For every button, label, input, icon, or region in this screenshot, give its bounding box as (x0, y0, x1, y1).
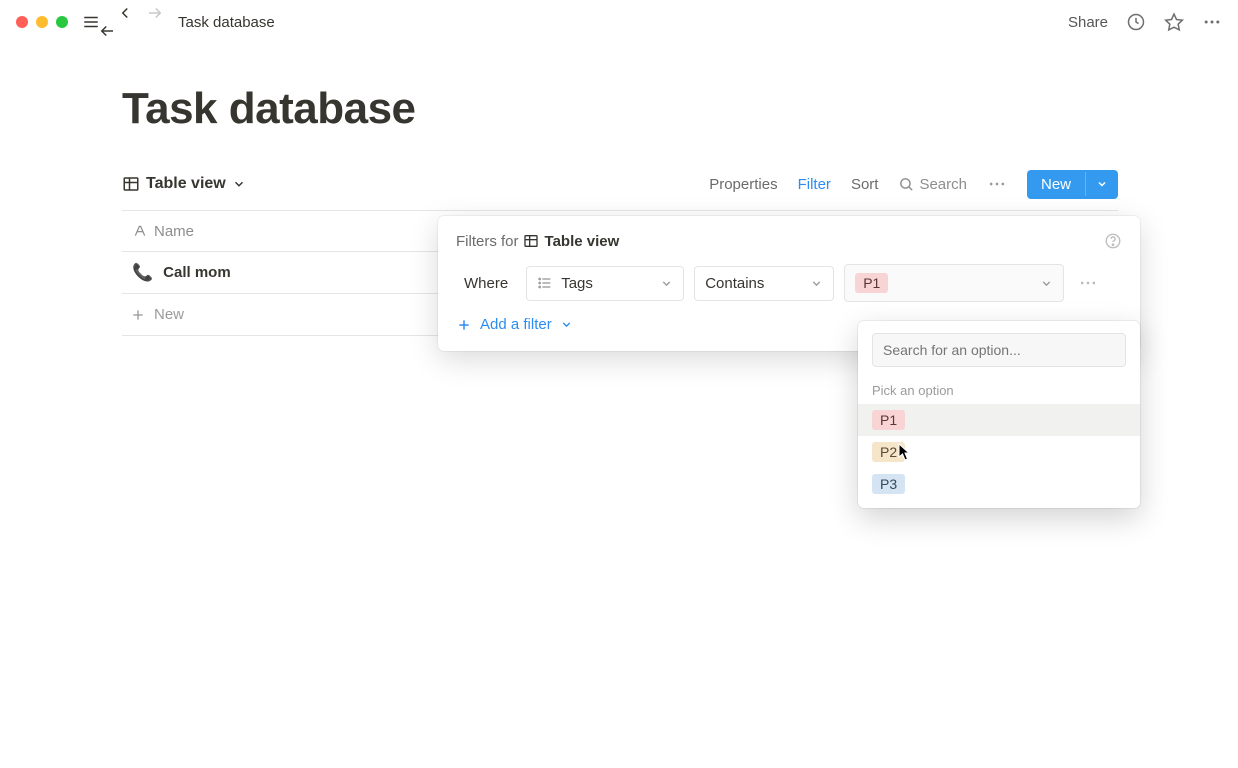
filter-header: Filters for Table view (456, 232, 1122, 250)
tag-p1: P1 (872, 410, 905, 430)
option-search (872, 333, 1126, 367)
option-search-input[interactable] (872, 333, 1126, 367)
updates-icon[interactable] (1126, 12, 1146, 32)
close-window[interactable] (16, 16, 28, 28)
nav-forward-icon[interactable] (146, 4, 164, 40)
nav-back-icon[interactable] (116, 4, 134, 40)
option-dropdown: Pick an option P1 P2 P3 (858, 321, 1140, 508)
search-label: Search (919, 176, 967, 193)
chevron-down-icon (810, 277, 823, 290)
filter-view-name-label: Table view (545, 233, 620, 250)
view-name: Table view (146, 175, 226, 193)
tag-p2: P2 (872, 442, 905, 462)
more-icon[interactable] (1202, 12, 1222, 32)
top-right: Share (1068, 12, 1222, 32)
table-icon (523, 233, 539, 249)
favorite-icon[interactable] (1164, 12, 1184, 32)
row-title: Call mom (163, 264, 231, 281)
sort-button[interactable]: Sort (851, 176, 879, 193)
help-icon[interactable] (1104, 232, 1122, 250)
list-icon (537, 275, 553, 291)
new-button-dropdown[interactable] (1085, 172, 1118, 196)
row-emoji-icon: 📞 (132, 263, 153, 283)
plus-icon (130, 307, 146, 323)
new-row-label: New (154, 306, 184, 323)
nav-arrows (116, 4, 164, 40)
text-icon (132, 223, 148, 239)
option-item-p1[interactable]: P1 (858, 404, 1140, 436)
toolbar-more-icon[interactable] (987, 174, 1007, 194)
filters-for-label: Filters for (456, 233, 519, 250)
new-button: New (1027, 170, 1118, 199)
filter-condition-select[interactable]: Contains (694, 266, 834, 301)
breadcrumb[interactable]: Task database (178, 14, 275, 31)
plus-icon (456, 317, 472, 333)
filter-button[interactable]: Filter (798, 176, 831, 193)
filter-view-name: Table view (523, 233, 620, 250)
add-filter-label: Add a filter (480, 316, 552, 333)
new-button-main[interactable]: New (1027, 170, 1085, 199)
column-header-name-label: Name (154, 223, 194, 240)
filter-condition-row: Where Tags Contains P1 (456, 264, 1122, 302)
filter-condition-label: Contains (705, 275, 764, 292)
minimize-window[interactable] (36, 16, 48, 28)
chevron-down-icon (1040, 277, 1053, 290)
table-icon (122, 175, 140, 193)
filter-property-select[interactable]: Tags (526, 266, 684, 301)
chevron-down-icon (560, 318, 573, 331)
database-toolbar: Table view Properties Filter Sort Search… (122, 162, 1118, 206)
column-header-name[interactable]: Name (122, 223, 442, 240)
filter-value-select[interactable]: P1 (844, 264, 1064, 302)
page-title: Task database (122, 84, 1118, 134)
database-actions: Properties Filter Sort Search New (709, 170, 1118, 199)
search-icon (898, 176, 915, 193)
where-label: Where (456, 275, 516, 292)
search-button[interactable]: Search (898, 176, 967, 193)
window-controls (16, 16, 68, 28)
view-switcher[interactable]: Table view (122, 175, 246, 193)
filter-property-label: Tags (561, 275, 593, 292)
top-bar: Task database Share (0, 0, 1238, 44)
tag-p3: P3 (872, 474, 905, 494)
filter-row-more-icon[interactable] (1074, 269, 1102, 297)
maximize-window[interactable] (56, 16, 68, 28)
share-button[interactable]: Share (1068, 14, 1108, 31)
chevron-down-icon (660, 277, 673, 290)
option-item-p2[interactable]: P2 (858, 436, 1140, 468)
chevron-down-icon (232, 177, 246, 191)
properties-button[interactable]: Properties (709, 176, 777, 193)
option-heading: Pick an option (858, 377, 1140, 404)
selected-tag-p1: P1 (855, 273, 888, 293)
option-item-p3[interactable]: P3 (858, 468, 1140, 500)
